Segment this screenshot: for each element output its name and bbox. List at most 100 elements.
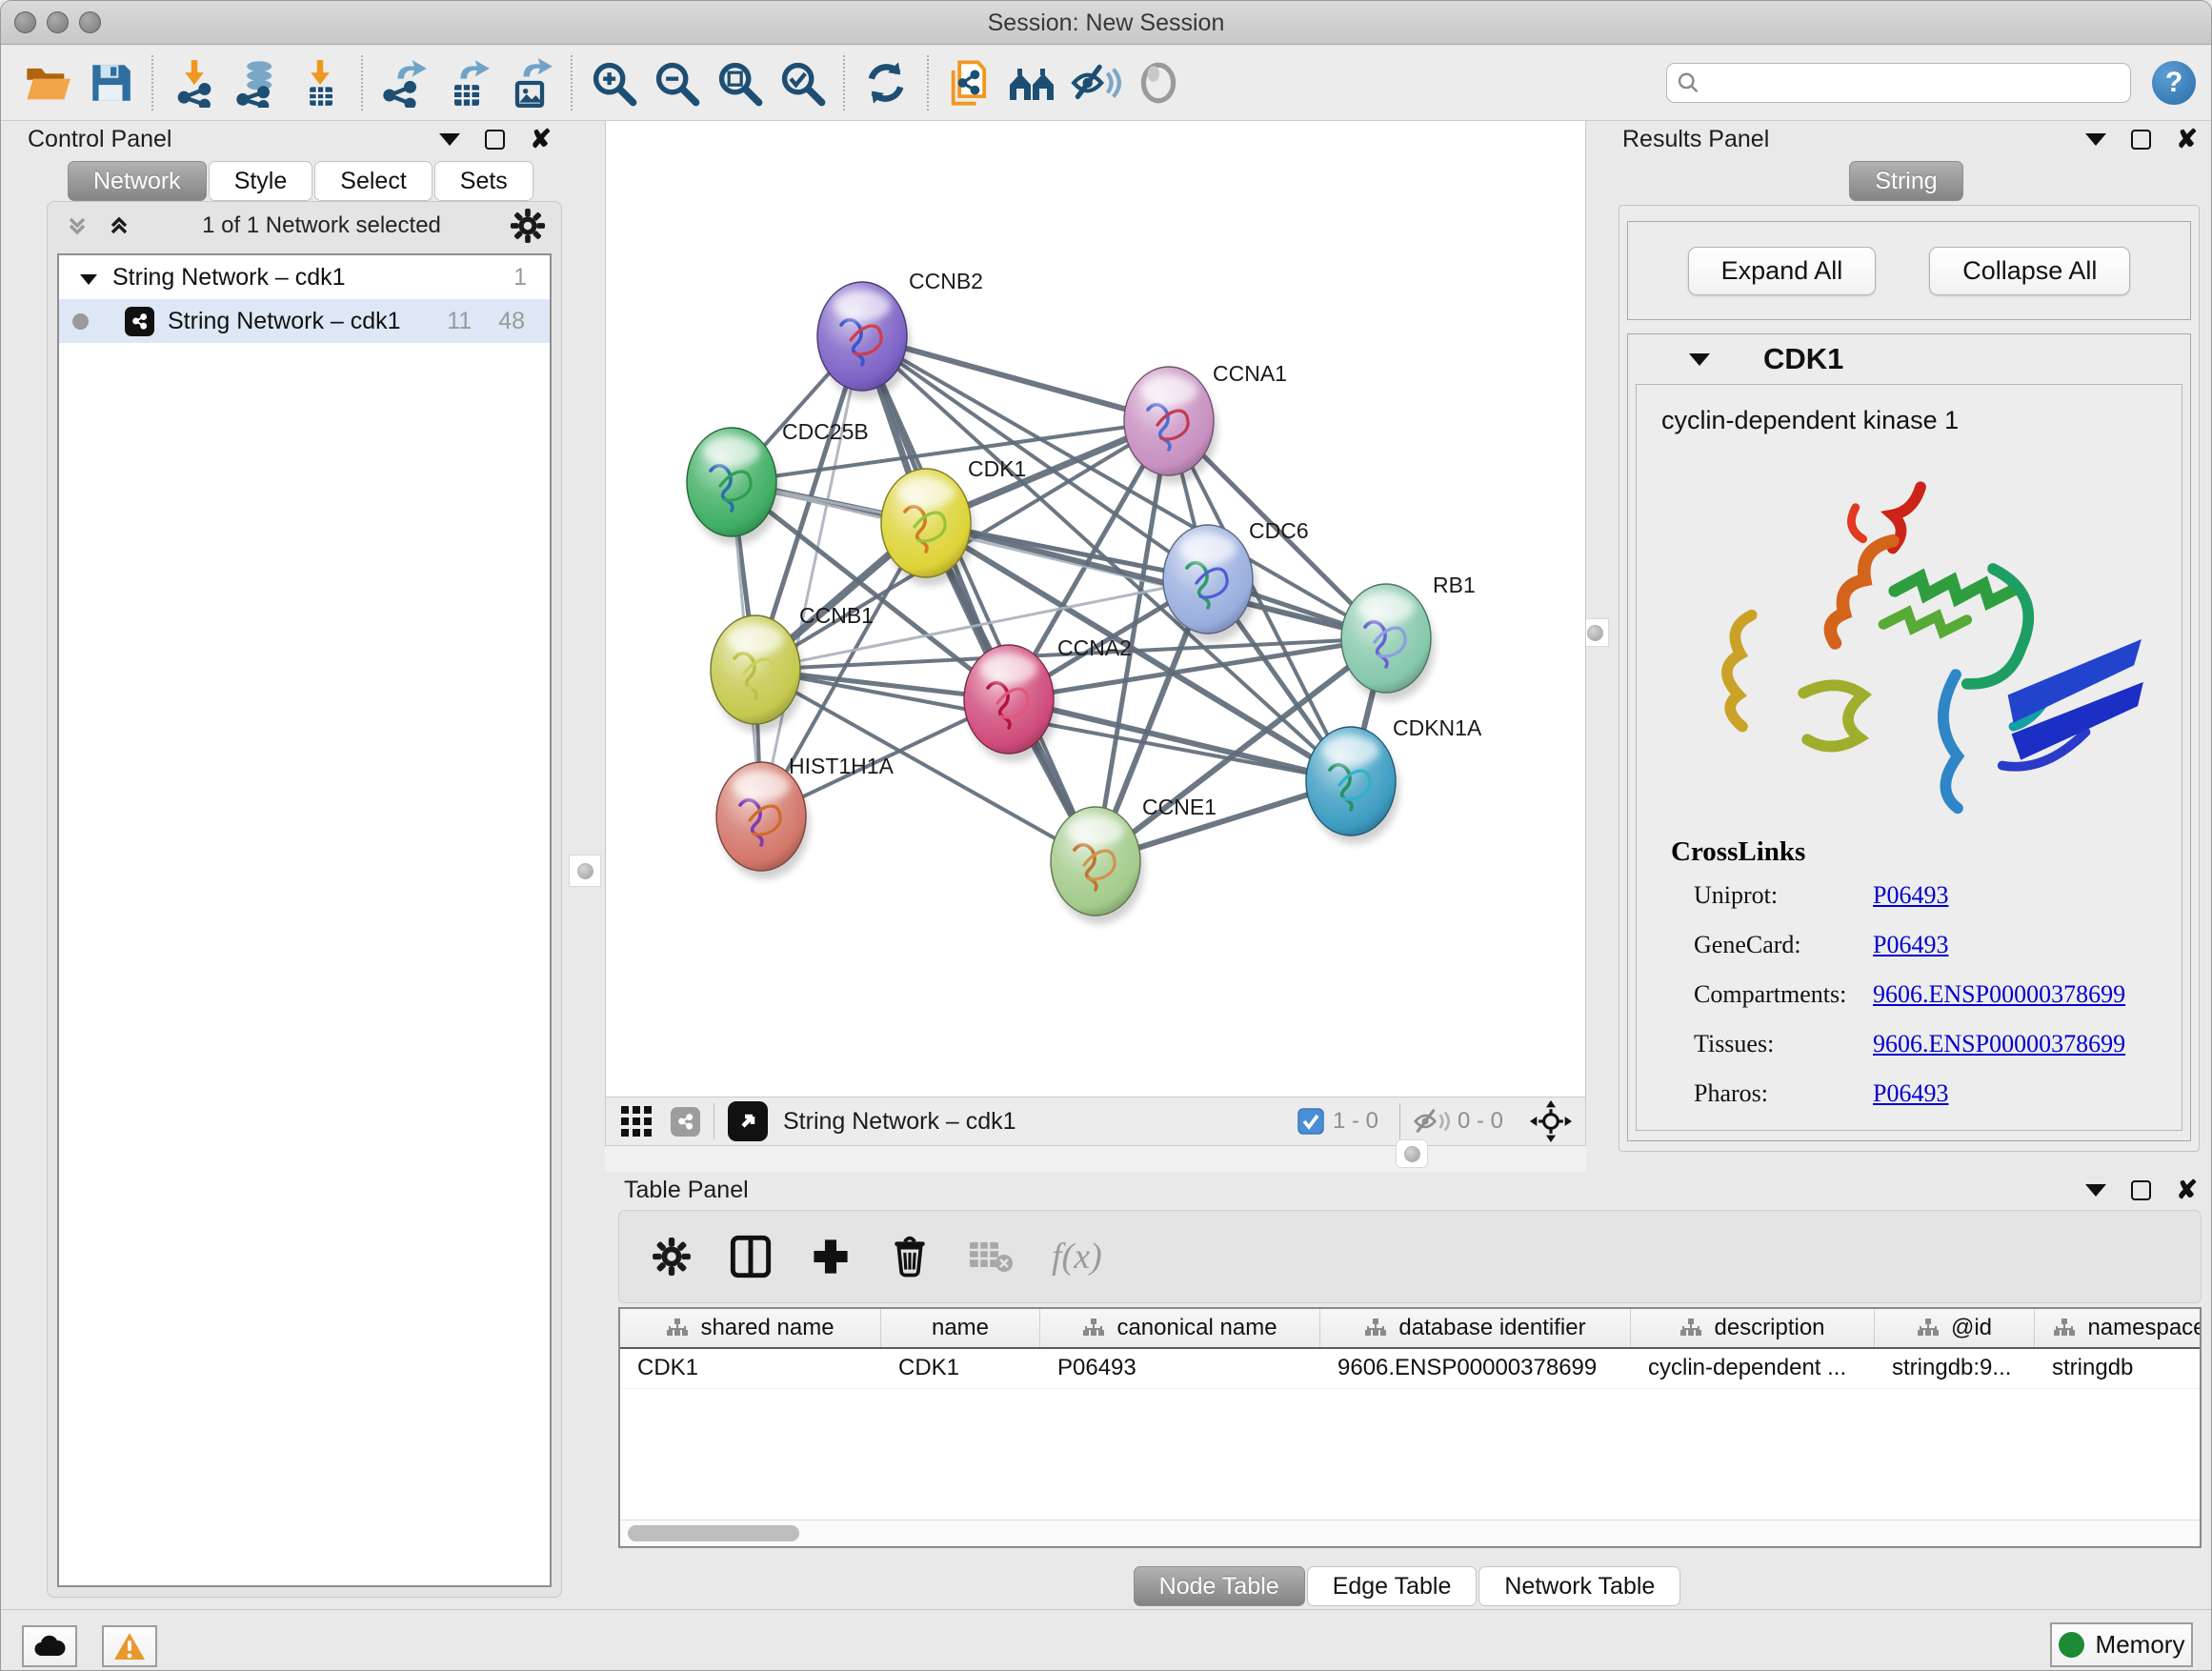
network-edge[interactable] xyxy=(761,336,862,816)
network-row-selected[interactable]: String Network – cdk1 11 48 xyxy=(59,299,550,343)
maximize-panel-icon[interactable] xyxy=(485,130,505,150)
maximize-panel-icon[interactable] xyxy=(2131,1180,2151,1200)
crosslink-link[interactable]: 9606.ENSP00000378699 xyxy=(1873,1030,2125,1058)
table-header-row[interactable]: shared namenamecanonical namedatabase id… xyxy=(620,1309,2200,1349)
search-input[interactable] xyxy=(1700,70,2121,96)
crosslink-link[interactable]: P06493 xyxy=(1873,881,1948,910)
zoom-in-icon[interactable] xyxy=(587,56,640,110)
float-panel-icon[interactable] xyxy=(439,133,460,146)
show-columns-icon[interactable] xyxy=(730,1235,772,1278)
column-header[interactable]: description xyxy=(1631,1309,1875,1347)
network-view-icon[interactable] xyxy=(671,1107,700,1137)
hide-selected-icon[interactable] xyxy=(1069,56,1122,110)
zoom-fit-icon[interactable] xyxy=(713,56,766,110)
import-network-icon[interactable] xyxy=(168,56,221,110)
close-panel-icon[interactable]: ✘ xyxy=(2176,1180,2198,1200)
zoom-selected-icon[interactable] xyxy=(775,56,829,110)
collapse-all-button[interactable]: Collapse All xyxy=(1929,247,2130,295)
node-table[interactable]: shared namenamecanonical namedatabase id… xyxy=(618,1307,2202,1548)
network-node-ccnb1[interactable]: CCNB1 xyxy=(711,603,874,733)
network-node-cdkn1a[interactable]: CDKN1A xyxy=(1306,715,1482,844)
table-options-gear-icon[interactable] xyxy=(652,1237,692,1277)
import-database-icon[interactable] xyxy=(231,56,284,110)
birds-eye-view-icon[interactable] xyxy=(728,1101,768,1141)
open-file-icon[interactable] xyxy=(21,56,74,110)
clone-network-icon[interactable] xyxy=(943,56,996,110)
table-cell[interactable]: stringdb xyxy=(2035,1349,2202,1388)
network-edge[interactable] xyxy=(862,336,1096,861)
network-graph[interactable]: CCNB2CCNA1CDC25BCDK1CDC6RB1CCNB1CCNA2CDK… xyxy=(606,121,1587,1097)
close-window-button[interactable] xyxy=(14,11,36,33)
export-image-icon[interactable] xyxy=(503,56,556,110)
collapse-entry-icon[interactable] xyxy=(1689,353,1710,366)
crosslink-link[interactable]: P06493 xyxy=(1873,1079,1948,1108)
table-cell[interactable]: stringdb:9... xyxy=(1875,1349,2035,1388)
tab-string[interactable]: String xyxy=(1849,161,1962,201)
table-cell[interactable]: 9606.ENSP00000378699 xyxy=(1320,1349,1631,1388)
memory-button[interactable]: Memory xyxy=(2050,1622,2193,1667)
tab-edge-table[interactable]: Edge Table xyxy=(1307,1566,1478,1606)
network-collection-row[interactable]: String Network – cdk1 1 xyxy=(59,255,550,299)
expand-all-icon[interactable] xyxy=(105,211,133,240)
tab-style[interactable]: Style xyxy=(209,161,313,201)
export-table-icon[interactable] xyxy=(440,56,493,110)
table-row[interactable]: CDK1CDK1P064939606.ENSP00000378699cyclin… xyxy=(620,1349,2200,1389)
search-box[interactable] xyxy=(1666,63,2131,103)
column-header[interactable]: @id xyxy=(1875,1309,2035,1347)
column-header[interactable]: database identifier xyxy=(1320,1309,1631,1347)
export-network-icon[interactable] xyxy=(377,56,431,110)
network-node-ccnb2[interactable]: CCNB2 xyxy=(817,269,983,399)
table-cell[interactable]: CDK1 xyxy=(620,1349,881,1388)
tab-network[interactable]: Network xyxy=(68,161,207,201)
warning-status-button[interactable] xyxy=(102,1625,157,1667)
column-header[interactable]: canonical name xyxy=(1040,1309,1320,1347)
collapse-all-icon[interactable] xyxy=(63,211,91,240)
help-icon[interactable]: ? xyxy=(2152,61,2196,105)
network-node-hist1h1a[interactable]: HIST1H1A xyxy=(716,754,895,879)
first-neighbors-icon[interactable] xyxy=(1006,56,1059,110)
tree-expand-icon[interactable] xyxy=(80,264,97,292)
save-session-icon[interactable] xyxy=(84,56,137,110)
scrollbar-thumb[interactable] xyxy=(628,1525,799,1541)
maximize-panel-icon[interactable] xyxy=(2131,130,2151,150)
left-splitter[interactable] xyxy=(565,121,605,1609)
horizontal-splitter[interactable] xyxy=(605,1146,1586,1172)
grid-view-icon[interactable] xyxy=(619,1104,654,1138)
close-panel-icon[interactable]: ✘ xyxy=(2176,130,2198,150)
cloud-status-button[interactable] xyxy=(22,1625,77,1667)
close-panel-icon[interactable]: ✘ xyxy=(530,130,552,150)
delete-column-trash-icon[interactable] xyxy=(890,1235,930,1278)
column-header[interactable]: namespace xyxy=(2035,1309,2202,1347)
network-view-canvas[interactable]: CCNB2CCNA1CDC25BCDK1CDC6RB1CCNB1CCNA2CDK… xyxy=(605,121,1586,1097)
expand-all-button[interactable]: Expand All xyxy=(1688,247,1877,295)
selected-checkbox-icon[interactable] xyxy=(1297,1107,1325,1136)
network-node-ccne1[interactable]: CCNE1 xyxy=(1051,795,1217,924)
tab-node-table[interactable]: Node Table xyxy=(1134,1566,1305,1606)
refresh-icon[interactable] xyxy=(859,56,913,110)
show-all-icon[interactable] xyxy=(1132,56,1185,110)
fit-selected-crosshair-icon[interactable] xyxy=(1530,1100,1572,1142)
column-header[interactable]: name xyxy=(881,1309,1040,1347)
tab-select[interactable]: Select xyxy=(314,161,432,201)
table-cell[interactable]: P06493 xyxy=(1040,1349,1320,1388)
table-cell[interactable]: cyclin-dependent ... xyxy=(1631,1349,1875,1388)
import-table-icon[interactable] xyxy=(293,56,347,110)
minimize-window-button[interactable] xyxy=(47,11,69,33)
tab-sets[interactable]: Sets xyxy=(434,161,533,201)
right-splitter[interactable] xyxy=(1586,121,1603,1146)
float-panel-icon[interactable] xyxy=(2085,133,2106,146)
gear-icon[interactable] xyxy=(510,208,546,244)
column-header[interactable]: shared name xyxy=(620,1309,881,1347)
network-node-ccna1[interactable]: CCNA1 xyxy=(1124,361,1287,484)
crosslink-link[interactable]: P06493 xyxy=(1873,931,1948,959)
network-node-rb1[interactable]: RB1 xyxy=(1341,573,1476,701)
network-node-cdc25b[interactable]: CDC25B xyxy=(687,419,869,545)
zoom-out-icon[interactable] xyxy=(650,56,703,110)
create-column-plus-icon[interactable] xyxy=(810,1236,852,1278)
tab-network-table[interactable]: Network Table xyxy=(1478,1566,1680,1606)
crosslink-link[interactable]: 9606.ENSP00000378699 xyxy=(1873,980,2125,1009)
table-cell[interactable]: CDK1 xyxy=(881,1349,1040,1388)
zoom-window-button[interactable] xyxy=(79,11,101,33)
float-panel-icon[interactable] xyxy=(2085,1184,2106,1197)
table-horizontal-scrollbar[interactable] xyxy=(620,1520,2200,1546)
